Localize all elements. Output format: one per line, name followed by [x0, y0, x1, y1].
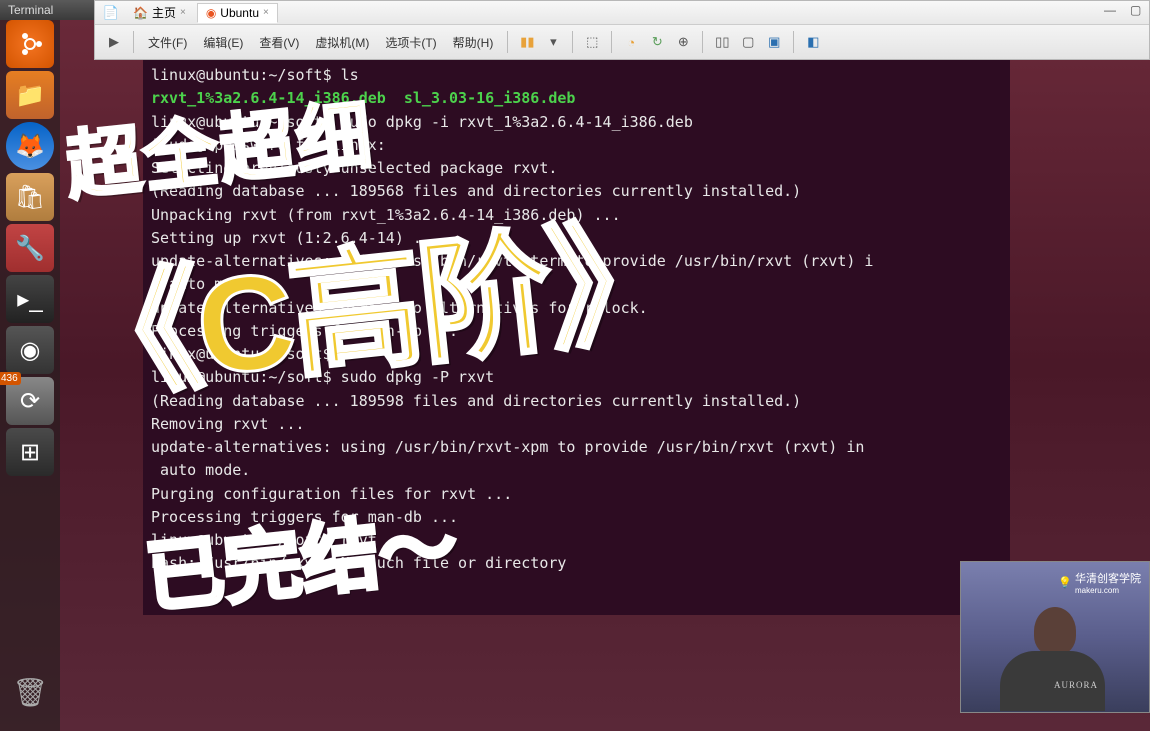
vm-tab-label: Ubuntu — [220, 6, 259, 20]
terminal-window-title: Terminal — [0, 0, 94, 20]
webcam-person: AURORA — [1000, 607, 1110, 712]
terminal-line: update-alternatives: error: no alternati… — [151, 297, 1002, 320]
vm-toolbar: ▶ 文件(F) 编辑(E) 查看(V) 虚拟机(M) 选项卡(T) 帮助(H) … — [95, 25, 1149, 59]
close-icon[interactable]: × — [180, 7, 186, 18]
terminal-line: Purging configuration files for rxvt ... — [151, 483, 1002, 506]
terminal-line: Setting up rxvt (1:2.6.4-14) ... — [151, 227, 1002, 250]
brand-url: makeru.com — [1075, 586, 1141, 595]
terminal-line: update-alternatives: using /usr/bin/rxvt… — [151, 436, 1002, 459]
unity-icon[interactable]: ◧ — [802, 31, 824, 53]
terminal-line: Unpacking rxvt (from rxvt_1%3a2.6.4-14_i… — [151, 204, 1002, 227]
terminal-line: (Reading database ... 189568 files and d… — [151, 180, 1002, 203]
terminal-line: (Reading database ... 189598 files and d… — [151, 390, 1002, 413]
terminal-line: linux@ubuntu:~/soft$ — [151, 343, 1002, 366]
files-icon[interactable]: 📁 — [6, 71, 54, 119]
vm-tab-label: 主页 — [152, 4, 176, 21]
firefox-icon[interactable]: 🦊 — [6, 122, 54, 170]
player-icon[interactable]: ▶ — [103, 31, 125, 53]
terminal-line: bash: /usr/bin/rxvt: No such file or dir… — [151, 552, 1002, 575]
fullscreen-icon[interactable]: ▣ — [763, 31, 785, 53]
separator — [133, 31, 134, 53]
vm-tabs: 📄 🏠 主页 × ◉ Ubuntu × — ▢ — [95, 1, 1149, 25]
terminal-line: Removing rxvt ... — [151, 413, 1002, 436]
terminal-line: linux@ubuntu:~/soft$ ls — [151, 64, 1002, 87]
ubuntu-dash-icon[interactable] — [6, 20, 54, 68]
lightbulb-icon: 💡 — [1058, 576, 1072, 589]
terminal-line: auto mode. — [151, 459, 1002, 482]
vmware-window: 📄 🏠 主页 × ◉ Ubuntu × — ▢ ▶ 文件(F) 编辑(E) 查看… — [94, 0, 1150, 60]
pause-icon[interactable]: ▮▮ — [516, 31, 538, 53]
webcam-overlay: 💡 华清创客学院 makeru.com AURORA — [960, 561, 1150, 713]
terminal-line: linux@ubuntu:~/soft$ rxvt — [151, 529, 1002, 552]
terminal-line: linux@ubuntu:~/soft$ sudo dpkg -P rxvt — [151, 366, 1002, 389]
disk-icon[interactable]: ◉ — [6, 326, 54, 374]
update-manager-icon[interactable]: ⟳ — [6, 377, 54, 425]
tool-icon-5[interactable]: ▢ — [737, 31, 759, 53]
tool-icon-4[interactable]: ▯▯ — [711, 31, 733, 53]
tool-icon-2[interactable]: ↻ — [646, 31, 668, 53]
menu-view[interactable]: 查看(V) — [253, 31, 305, 54]
window-controls: — ▢ — [1104, 3, 1144, 17]
menu-vm[interactable]: 虚拟机(M) — [309, 31, 375, 54]
workspace-switcher-icon[interactable]: ⊞ — [6, 428, 54, 476]
dropdown-icon[interactable]: ▾ — [542, 31, 564, 53]
terminal-line: Processing triggers for man-db ... — [151, 506, 1002, 529]
menu-file[interactable]: 文件(F) — [142, 31, 193, 54]
terminal-line: n auto mode. — [151, 273, 1002, 296]
home-icon: 🏠 — [133, 6, 148, 20]
tool-icon-1[interactable]: ◔ — [620, 31, 642, 53]
vm-tab-ubuntu[interactable]: ◉ Ubuntu × — [197, 3, 278, 23]
separator — [611, 31, 612, 53]
software-center-icon[interactable]: 🛍 — [6, 173, 54, 221]
ubuntu-icon: ◉ — [206, 6, 216, 20]
menu-edit[interactable]: 编辑(E) — [197, 31, 249, 54]
terminal-line: update-alternatives: using /usr/bin/rxvt… — [151, 250, 1002, 273]
tool-icon-3[interactable]: ⊕ — [672, 31, 694, 53]
separator — [507, 31, 508, 53]
menu-tabs[interactable]: 选项卡(T) — [379, 31, 442, 54]
separator — [702, 31, 703, 53]
close-icon[interactable]: × — [263, 7, 269, 18]
shirt-text: AURORA — [1054, 680, 1098, 690]
terminal-output[interactable]: linux@ubuntu:~/soft$ lsrxvt_1%3a2.6.4-14… — [143, 60, 1010, 615]
vm-tab-new-icon[interactable]: 📄 — [100, 2, 122, 24]
terminal-line: rxvt_1%3a2.6.4-14_i386.deb sl_3.03-16_i3… — [151, 87, 1002, 110]
brand-name: 华清创客学院 — [1075, 570, 1141, 586]
terminal-line: Processing triggers for man-db ... — [151, 320, 1002, 343]
terminal-line: Selecting previously unselected package … — [151, 157, 1002, 180]
trash-icon[interactable]: 🗑 — [6, 668, 54, 716]
vm-tab-home[interactable]: 🏠 主页 × — [124, 1, 195, 24]
minimize-button[interactable]: — — [1104, 3, 1118, 17]
settings-icon[interactable]: 🔧 — [6, 224, 54, 272]
webcam-brand: 💡 华清创客学院 makeru.com — [1058, 570, 1141, 595]
terminal-line: linux@ubuntu:~/soft$ sudo dpkg -i rxvt_1… — [151, 111, 1002, 134]
menu-help[interactable]: 帮助(H) — [447, 31, 500, 54]
separator — [793, 31, 794, 53]
terminal-launcher-icon[interactable]: ▸_ — [6, 275, 54, 323]
maximize-button[interactable]: ▢ — [1130, 3, 1144, 17]
snapshot-icon[interactable]: ⬚ — [581, 31, 603, 53]
unity-launcher: 📁 🦊 🛍 🔧 ▸_ ◉ ⟳ ⊞ 🗑 — [0, 0, 60, 731]
separator — [572, 31, 573, 53]
terminal-line: [sudo] password for linux: — [151, 134, 1002, 157]
